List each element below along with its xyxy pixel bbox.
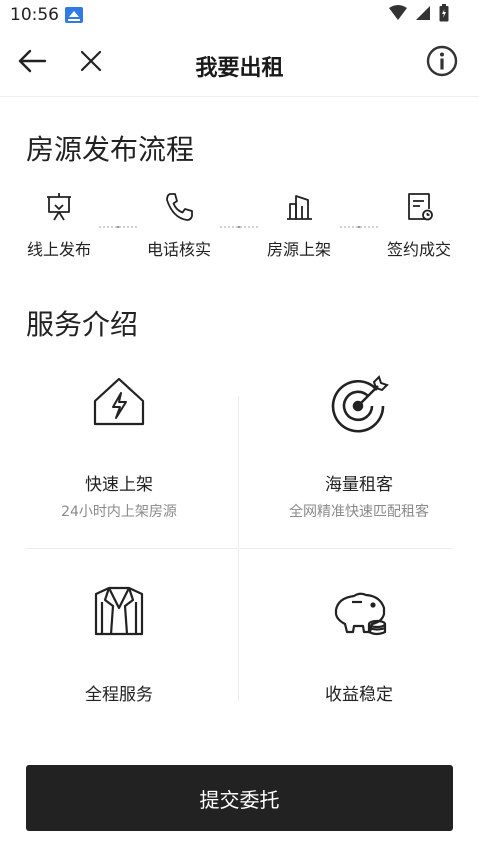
service-full-service: 全程服务 <box>19 580 219 705</box>
service-name: 全程服务 <box>85 685 153 705</box>
process-section-title: 房源发布流程 <box>26 133 195 166</box>
step-online-publish: 线上发布 <box>9 190 109 260</box>
house-lightning-icon <box>84 370 154 440</box>
service-massive-tenants: 海量租客 全网精准快速匹配租客 <box>259 370 459 521</box>
page-title: 我要出租 <box>195 56 284 81</box>
process-steps: 线上发布 电话核实 房源上架 签约成交 <box>0 190 479 270</box>
piggy-bank-coins-icon <box>324 580 394 650</box>
step-label: 电话核实 <box>146 240 211 259</box>
cell-signal-icon <box>415 5 431 25</box>
submit-entrust-button[interactable]: 提交委托 <box>26 765 453 831</box>
status-bar: 10:56 <box>0 0 479 32</box>
service-desc: 24小时内上架房源 <box>61 504 177 520</box>
building-icon <box>282 190 316 224</box>
service-stable-income: 收益稳定 <box>259 580 459 705</box>
service-name: 快速上架 <box>85 475 153 495</box>
service-name: 海量租客 <box>325 475 393 495</box>
status-time: 10:56 <box>10 5 59 25</box>
service-fast-listing: 快速上架 24小时内上架房源 <box>19 370 219 521</box>
step-label: 房源上架 <box>266 240 331 259</box>
grid-divider-vertical-top <box>238 396 239 548</box>
step-phone-verify: 电话核实 <box>129 190 229 260</box>
wifi-icon <box>389 5 407 25</box>
info-icon <box>426 45 458 81</box>
target-arrow-icon <box>324 370 394 440</box>
grid-divider-horizontal-right <box>239 548 453 549</box>
step-label: 线上发布 <box>26 240 91 259</box>
step-label: 签约成交 <box>386 240 451 259</box>
contract-document-icon <box>402 190 436 224</box>
step-sign-deal: 签约成交 <box>369 190 469 260</box>
battery-icon <box>439 4 449 26</box>
service-name: 收益稳定 <box>325 685 393 705</box>
app-header: 我要出租 <box>0 32 479 97</box>
step-listing: 房源上架 <box>249 190 349 260</box>
presentation-board-icon <box>42 190 76 224</box>
notification-app-icon <box>64 6 84 24</box>
suit-jacket-icon <box>84 580 154 650</box>
info-button[interactable] <box>425 45 459 81</box>
grid-divider-horizontal-left <box>26 548 238 549</box>
services-section-title: 服务介绍 <box>26 308 139 341</box>
phone-icon <box>162 190 196 224</box>
grid-divider-vertical-bottom <box>238 549 239 701</box>
service-desc: 全网精准快速匹配租客 <box>289 504 429 520</box>
